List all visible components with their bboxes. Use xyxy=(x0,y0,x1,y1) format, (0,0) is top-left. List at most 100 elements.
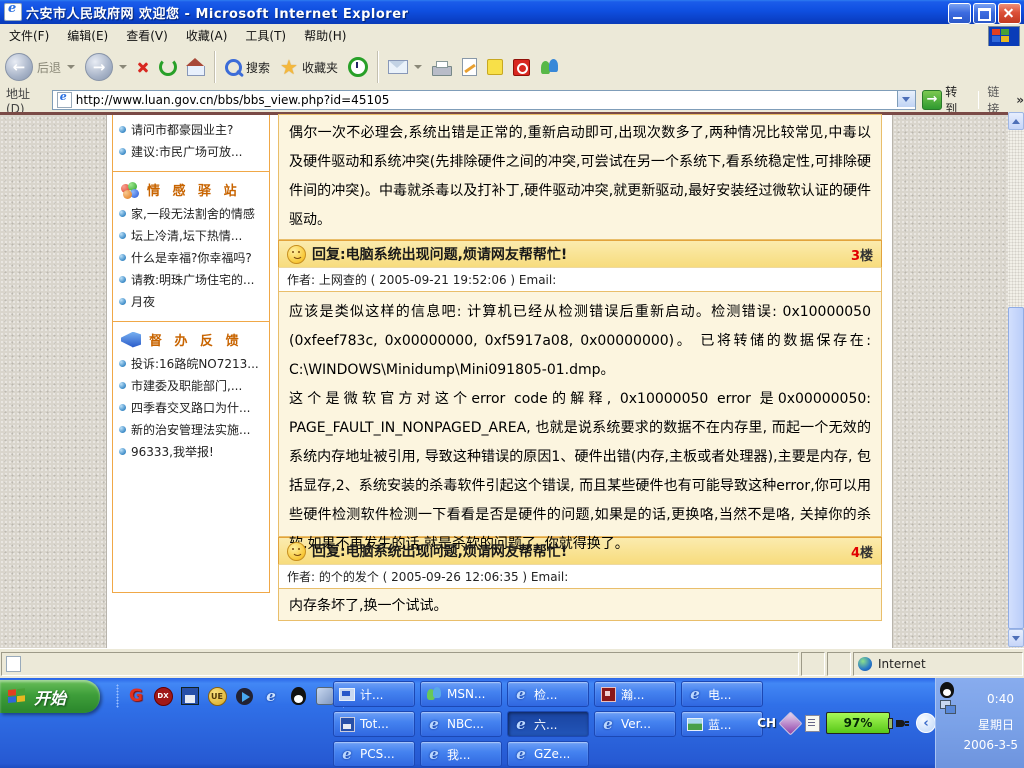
input-method-icon[interactable] xyxy=(778,711,802,735)
qq-icon[interactable] xyxy=(288,686,308,706)
sidebar-link[interactable]: 四季春交叉路口为什... xyxy=(113,397,269,419)
sidebar-link[interactable]: 什么是幸福?你幸福吗? xyxy=(113,247,269,269)
messenger-button[interactable] xyxy=(535,57,565,77)
sidebar-link-label: 请教:明珠广场住宅的... xyxy=(131,272,255,288)
address-url[interactable]: http://www.luan.gov.cn/bbs/bbs_view.php?… xyxy=(76,93,390,107)
note-icon xyxy=(487,59,503,75)
menu-view[interactable]: 查看(V) xyxy=(117,24,177,47)
back-button[interactable]: ← 后退 xyxy=(0,51,80,83)
windows-flag-icon xyxy=(8,687,28,705)
back-dropdown-icon[interactable] xyxy=(67,65,75,69)
address-input[interactable]: http://www.luan.gov.cn/bbs/bbs_view.php?… xyxy=(52,90,916,110)
taskbar-button-msn[interactable]: MSN... xyxy=(420,681,502,707)
edit-button[interactable] xyxy=(457,56,482,78)
sidebar-section-emotion: 情 感 驿 站 家,一段无法割舍的情感 坛上冷清,坛下热情... 什么是幸福?你… xyxy=(113,172,269,322)
taskbar-button-luan-active[interactable]: e六... xyxy=(507,711,589,737)
links-chevron-icon[interactable]: » xyxy=(1016,93,1024,107)
network-tray-icon[interactable] xyxy=(940,700,956,714)
taskbar-button-ie[interactable]: eVer... xyxy=(594,711,676,737)
stop-icon xyxy=(137,61,149,73)
total-commander-icon[interactable] xyxy=(180,686,200,706)
internet-explorer-icon[interactable]: e xyxy=(261,686,281,706)
favorites-button[interactable]: ★ 收藏夹 xyxy=(275,56,343,78)
red-app-button[interactable] xyxy=(508,57,535,78)
home-button[interactable] xyxy=(182,57,210,78)
menu-favorites[interactable]: 收藏(A) xyxy=(177,24,237,47)
notes-button[interactable] xyxy=(482,57,508,77)
menu-bar: 文件(F) 编辑(E) 查看(V) 收藏(A) 工具(T) 帮助(H) xyxy=(0,24,1024,47)
address-separator xyxy=(978,91,980,109)
forward-button[interactable]: → xyxy=(80,51,132,83)
address-dropdown-button[interactable] xyxy=(897,91,915,107)
mail-dropdown-icon[interactable] xyxy=(414,65,422,69)
internet-explorer-icon: e xyxy=(516,745,526,763)
taskbar-button-app[interactable]: 瀚... xyxy=(594,681,676,707)
vertical-scrollbar[interactable] xyxy=(1008,112,1024,648)
taskbar-button-ie[interactable]: eGZe... xyxy=(507,741,589,767)
taskbar-button-picture[interactable]: 蓝... xyxy=(681,711,763,737)
taskbar-button-ie[interactable]: e电... xyxy=(681,681,763,707)
sidebar-link[interactable]: 家,一段无法割舍的情感 xyxy=(113,203,269,225)
floor-badge: 3楼 xyxy=(851,245,873,264)
tray-collapse-button[interactable]: ‹ xyxy=(916,713,936,733)
flashget-icon[interactable]: G xyxy=(126,686,146,706)
menu-help[interactable]: 帮助(H) xyxy=(295,24,355,47)
sidebar-link[interactable]: 投诉:16路皖NO7213... xyxy=(113,353,269,375)
taskbar-button-ie[interactable]: e我... xyxy=(420,741,502,767)
stop-button[interactable] xyxy=(132,59,154,75)
refresh-button[interactable] xyxy=(154,56,182,78)
ultraedit-icon[interactable]: UE xyxy=(207,686,227,706)
mail-button[interactable] xyxy=(383,58,427,76)
menu-tools[interactable]: 工具(T) xyxy=(236,24,295,47)
menu-file[interactable]: 文件(F) xyxy=(0,24,58,47)
window-title: 六安市人民政府网 欢迎您 - Microsoft Internet Explor… xyxy=(26,3,408,22)
post-body: 偶尔一次不必理会,系统出错是正常的,重新启动即可,出现次数多了,两种情况比较常见… xyxy=(278,114,882,240)
sidebar-link[interactable]: 请问市都豪园业主? xyxy=(113,119,269,141)
toolbar-grip-icon[interactable] xyxy=(116,684,119,708)
forward-dropdown-icon[interactable] xyxy=(119,65,127,69)
bullet-icon xyxy=(119,426,126,433)
minimize-button[interactable] xyxy=(948,3,971,24)
scroll-down-button[interactable] xyxy=(1008,629,1024,647)
scrollbar-thumb[interactable] xyxy=(1008,307,1024,629)
bullet-icon xyxy=(119,382,126,389)
window-titlebar: 六安市人民政府网 欢迎您 - Microsoft Internet Explor… xyxy=(0,0,1024,24)
clock-time[interactable]: 0:40 xyxy=(987,692,1014,706)
sidebar-link[interactable]: 请教:明珠广场住宅的... xyxy=(113,269,269,291)
taskbar-button-computer[interactable]: 计... xyxy=(333,681,415,707)
language-indicator[interactable]: CH xyxy=(757,716,776,730)
sidebar-link[interactable]: 96333,我举报! xyxy=(113,441,269,463)
start-button[interactable]: 开始 xyxy=(0,680,100,713)
sidebar-link[interactable]: 市建委及职能部门,... xyxy=(113,375,269,397)
menu-edit[interactable]: 编辑(E) xyxy=(58,24,117,47)
notepad-tray-icon[interactable] xyxy=(805,715,820,732)
sidebar-link[interactable]: 建议:市民广场可放... xyxy=(113,141,269,163)
sidebar-link[interactable]: 坛上冷清,坛下热情... xyxy=(113,225,269,247)
close-button[interactable] xyxy=(998,3,1021,24)
restore-button[interactable] xyxy=(973,3,996,24)
post-paragraph: 应该是类似这样的信息吧: 计算机已经从检测错误后重新启动。检测错误: 0x100… xyxy=(289,298,871,385)
megaphone-icon xyxy=(121,332,141,348)
taskbar-button-totalcmd[interactable]: Tot... xyxy=(333,711,415,737)
media-player-icon[interactable] xyxy=(234,686,254,706)
windows-app-icon[interactable] xyxy=(315,686,335,706)
taskbar-button-ie[interactable]: eNBC... xyxy=(420,711,502,737)
power-plug-icon[interactable] xyxy=(896,717,910,729)
print-button[interactable] xyxy=(427,56,457,78)
search-button[interactable]: 搜索 xyxy=(220,57,275,78)
sidebar-link[interactable]: 新的治安管理法实施... xyxy=(113,419,269,441)
clock-weekday: 星期日 xyxy=(978,716,1014,733)
scroll-up-button[interactable] xyxy=(1008,112,1024,130)
taskbar-button-ie[interactable]: ePCS... xyxy=(333,741,415,767)
red-app-icon xyxy=(601,687,616,702)
desktop: 六安市人民政府网 欢迎您 - Microsoft Internet Explor… xyxy=(0,0,1024,768)
sidebar-link[interactable]: 月夜 xyxy=(113,291,269,313)
taskbar-button-ie[interactable]: e检... xyxy=(507,681,589,707)
red-disc-icon[interactable]: DX xyxy=(153,686,173,706)
history-button[interactable] xyxy=(343,55,373,79)
task-label: NBC... xyxy=(447,717,484,731)
qq-tray-icon[interactable] xyxy=(940,682,954,698)
red-app-icon xyxy=(513,59,530,76)
favorites-star-icon: ★ xyxy=(280,58,298,76)
battery-indicator[interactable]: 97% xyxy=(826,712,890,734)
